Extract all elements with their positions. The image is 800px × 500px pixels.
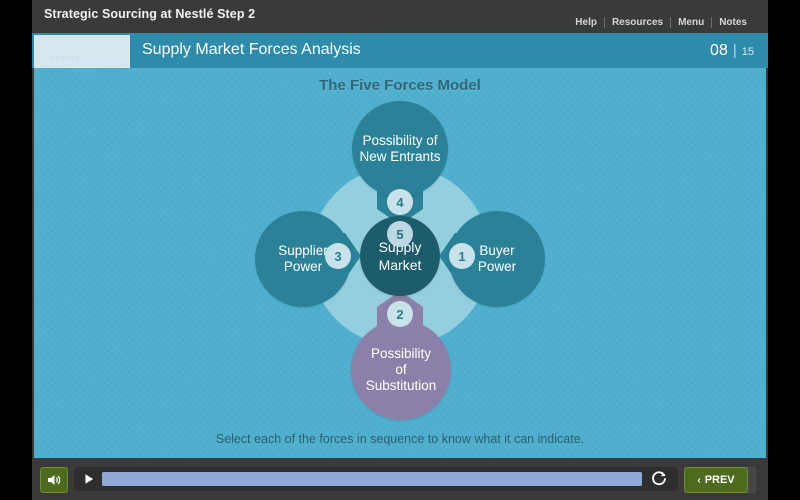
chevron-left-icon: ‹ (697, 474, 701, 486)
force-label-buyer-power: Buyer Power (477, 243, 517, 274)
menu-item-notes[interactable]: Notes (712, 17, 754, 28)
page-title: Supply Market Forces Analysis (142, 41, 361, 58)
seek-bar-fill (102, 472, 642, 486)
page-total: 15 (741, 46, 754, 58)
replay-button[interactable] (650, 470, 668, 488)
seek-bar-track[interactable] (102, 472, 642, 486)
volume-button[interactable] (40, 467, 68, 493)
force-label-new-entrants: Possibility of New Entrants (359, 133, 441, 164)
badge-3[interactable]: 3 (325, 243, 351, 269)
brand-logo-text: NESTLE (50, 56, 81, 63)
badge-5[interactable]: 5 (387, 221, 413, 247)
page-indicator: 08 | 15 (710, 42, 754, 60)
page-current: 08 (710, 42, 728, 59)
force-label-substitution: Possibility of Substitution (365, 346, 437, 393)
title-bar: Strategic Sourcing at Nestlé Step 2 Help… (32, 0, 768, 33)
slide-stage: The Five Forces Model 4 1 3 2 Possibilit… (34, 68, 766, 458)
course-title: Strategic Sourcing at Nestlé Step 2 (44, 7, 256, 21)
badge-1[interactable]: 1 (449, 243, 475, 269)
player-body: Strategic Sourcing at Nestlé Step 2 Help… (32, 0, 768, 500)
menu-item-menu[interactable]: Menu (671, 17, 711, 28)
slide-instruction: Select each of the forces in sequence to… (215, 432, 585, 446)
player-control-bar: NEXT › ‹ PREV (32, 458, 768, 500)
force-node-substitution[interactable]: Possibility of Substitution (351, 320, 451, 420)
menu-item-help[interactable]: Help (568, 17, 604, 28)
replay-icon (652, 471, 666, 486)
badge-4[interactable]: 4 (387, 189, 413, 215)
badge-2[interactable]: 2 (387, 301, 413, 327)
course-player: Strategic Sourcing at Nestlé Step 2 Help… (0, 0, 800, 500)
menu-item-resources[interactable]: Resources (605, 17, 670, 28)
prev-button[interactable]: ‹ PREV (684, 467, 748, 493)
seek-bar-container (74, 467, 678, 491)
play-button[interactable] (82, 472, 96, 486)
top-menu: Help Resources Menu Notes (568, 17, 754, 28)
brand-logo: NESTLE (34, 35, 130, 68)
force-node-new-entrants[interactable]: Possibility of New Entrants (352, 101, 448, 197)
play-icon (84, 473, 95, 485)
page-separator: | (732, 42, 737, 59)
speaker-icon (48, 475, 61, 485)
slide-header-band: NESTLE Supply Market Forces Analysis 08 … (32, 33, 768, 68)
five-forces-diagram: 4 1 3 2 Possibility of New Entrants Supp… (255, 101, 545, 421)
prev-label: PREV (704, 474, 735, 486)
force-label-supplier-power: Supplier Power (278, 243, 328, 274)
slide-heading: The Five Forces Model (319, 77, 481, 94)
